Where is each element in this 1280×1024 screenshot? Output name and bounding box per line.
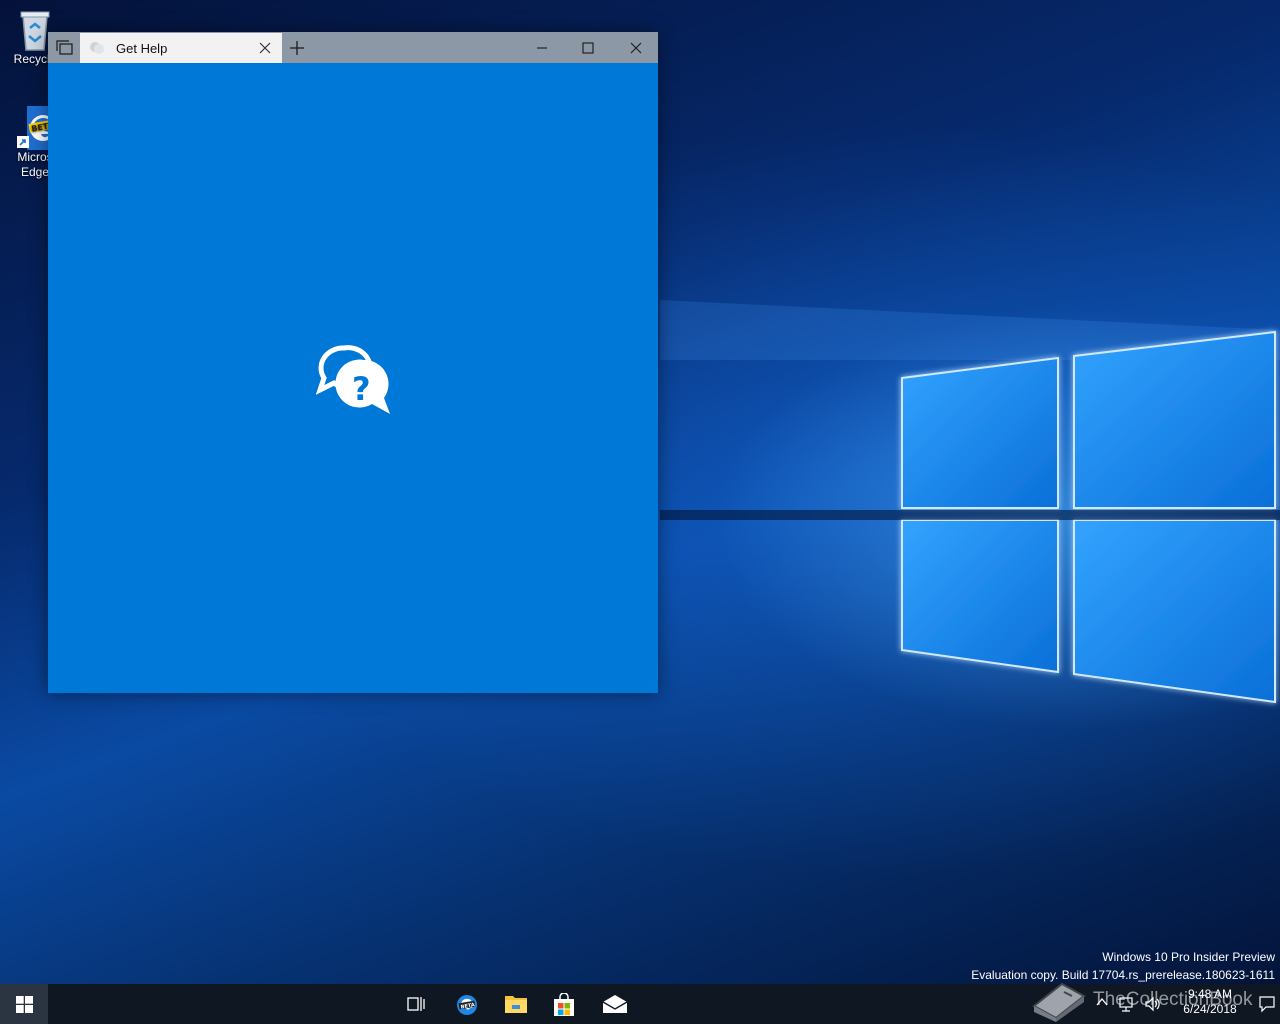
minimize-icon [537, 47, 547, 49]
svg-text:?: ? [352, 370, 371, 408]
chat-help-icon: ? [316, 345, 390, 414]
desktop: Recycle BETA Micros Edge Get Help ? Wind… [0, 0, 1280, 984]
windows-start-icon [16, 996, 33, 1013]
tab-switcher-button[interactable] [52, 38, 76, 58]
edge-beta-icon: BETA [457, 995, 477, 1015]
mail-icon [602, 995, 628, 1013]
store-icon [554, 993, 574, 1016]
new-tab-icon[interactable] [288, 39, 306, 57]
taskbar-store-button[interactable] [540, 984, 588, 1024]
get-help-window[interactable]: Get Help ? [48, 32, 658, 693]
minimize-button[interactable] [518, 32, 564, 63]
maximize-icon [582, 42, 594, 54]
watermark-line1: Windows 10 Pro Insider Preview [1102, 950, 1275, 964]
close-tab-icon[interactable] [258, 41, 272, 55]
start-button[interactable] [0, 984, 48, 1024]
taskbar-edge-button[interactable]: BETA [442, 984, 490, 1024]
title-bar[interactable]: Get Help [48, 32, 658, 63]
tab-get-help[interactable]: Get Help [80, 33, 282, 63]
task-view-button[interactable] [392, 984, 440, 1024]
taskbar-file-explorer-button[interactable] [491, 984, 539, 1024]
close-button[interactable] [612, 32, 658, 63]
build-watermark: Windows 10 Pro Insider Preview Evaluatio… [971, 948, 1275, 984]
tab-title: Get Help [116, 41, 168, 56]
watermark-line2: Evaluation copy. Build 17704.rs_prerelea… [971, 968, 1275, 982]
file-explorer-icon [505, 996, 527, 1013]
taskbar: BETA 9:48 AM 6/24/2018 [0, 984, 1280, 1024]
close-icon [630, 42, 642, 54]
taskbar-mail-button[interactable] [589, 984, 637, 1024]
task-view-icon [407, 997, 425, 1011]
maximize-button[interactable] [564, 32, 610, 63]
action-center-icon[interactable] [1258, 995, 1276, 1013]
chat-bubbles-icon [90, 42, 104, 54]
overlay-watermark-text: TheCollectionBook [1093, 989, 1253, 1010]
book-icon [1032, 982, 1086, 1022]
tab-switcher-icon [56, 40, 73, 55]
